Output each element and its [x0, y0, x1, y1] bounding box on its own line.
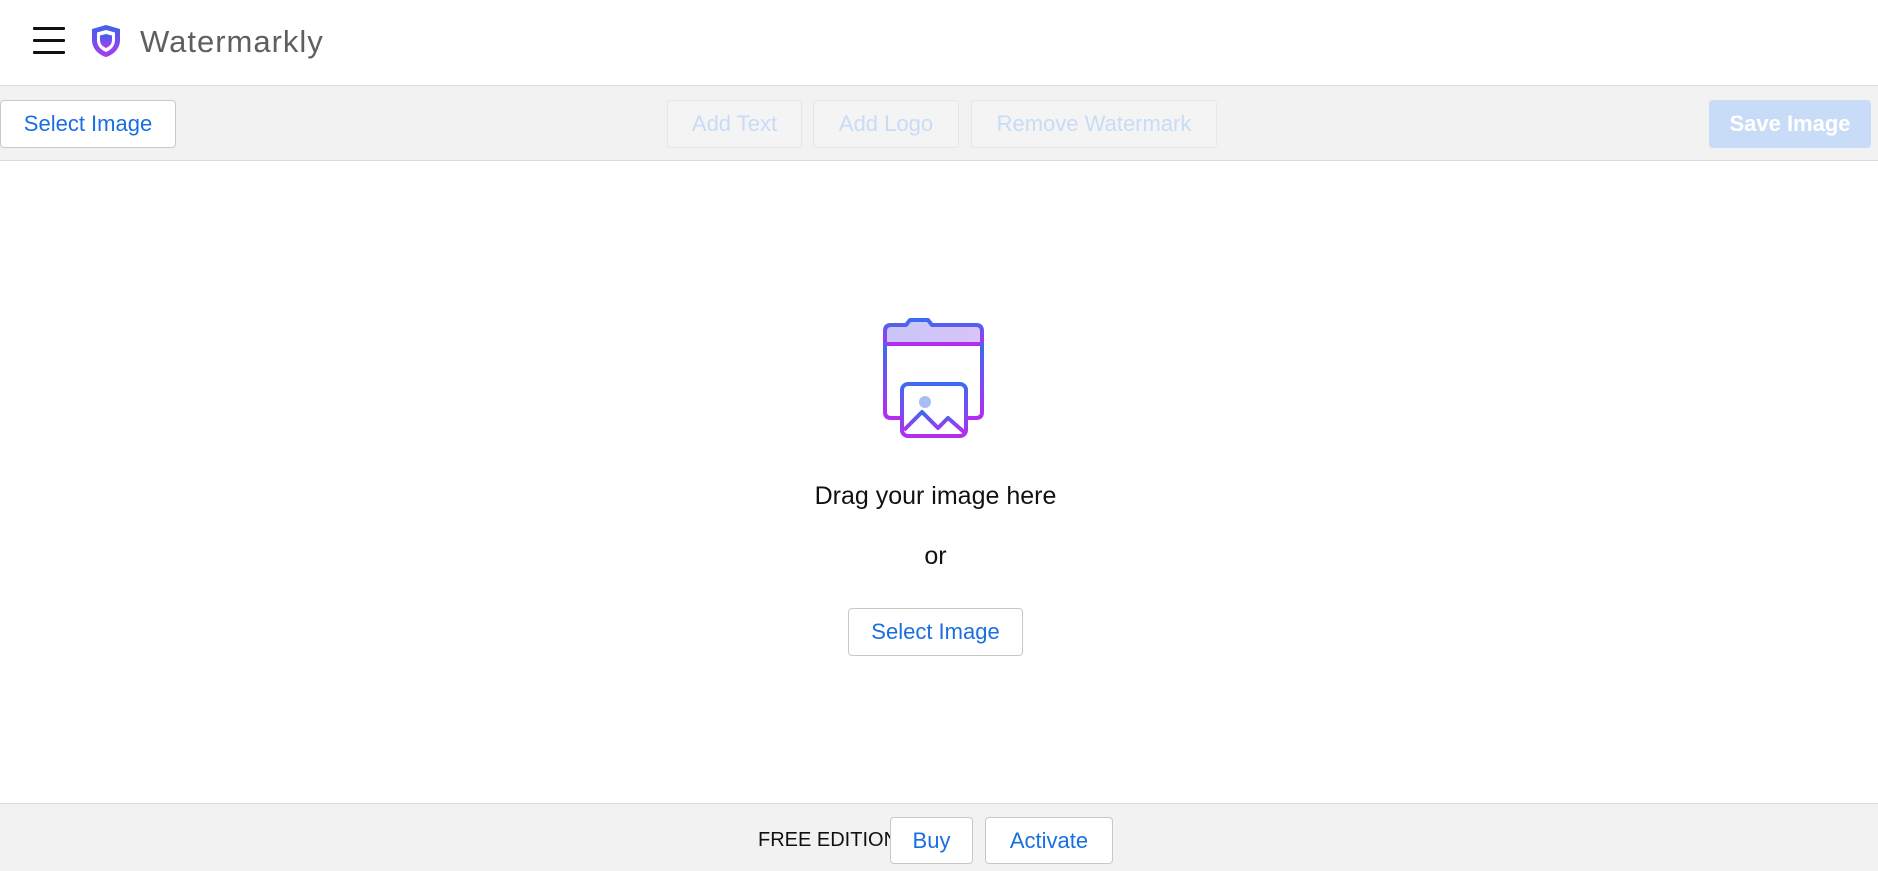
edition-label: FREE EDITION — [758, 829, 899, 851]
app-header: Watermarkly — [0, 0, 1878, 86]
app-title: Watermarkly — [140, 24, 324, 59]
add-text-button[interactable]: Add Text — [667, 100, 802, 148]
drag-instruction-text: Drag your image here — [814, 482, 1057, 510]
buy-button[interactable]: Buy — [890, 817, 973, 864]
hamburger-menu-icon[interactable] — [33, 27, 65, 55]
add-logo-button[interactable]: Add Logo — [813, 100, 959, 148]
remove-watermark-button[interactable]: Remove Watermark — [971, 100, 1217, 148]
toolbar: Select Image Add Text Add Logo Remove Wa… — [0, 86, 1878, 161]
dropzone-select-image-button[interactable]: Select Image — [848, 608, 1023, 656]
save-image-button[interactable]: Save Image — [1709, 100, 1871, 148]
or-separator-text: or — [924, 542, 947, 570]
folder-image-icon — [883, 318, 984, 438]
image-drop-zone[interactable]: Drag your image here or Select Image — [0, 162, 1878, 803]
shield-logo-icon — [92, 25, 120, 57]
app-window: Watermarkly Select Image Add Text Add Lo… — [0, 0, 1878, 871]
activate-button[interactable]: Activate — [985, 817, 1113, 864]
select-image-button[interactable]: Select Image — [0, 100, 176, 148]
footer-bar: FREE EDITION Buy Activate — [0, 803, 1878, 871]
